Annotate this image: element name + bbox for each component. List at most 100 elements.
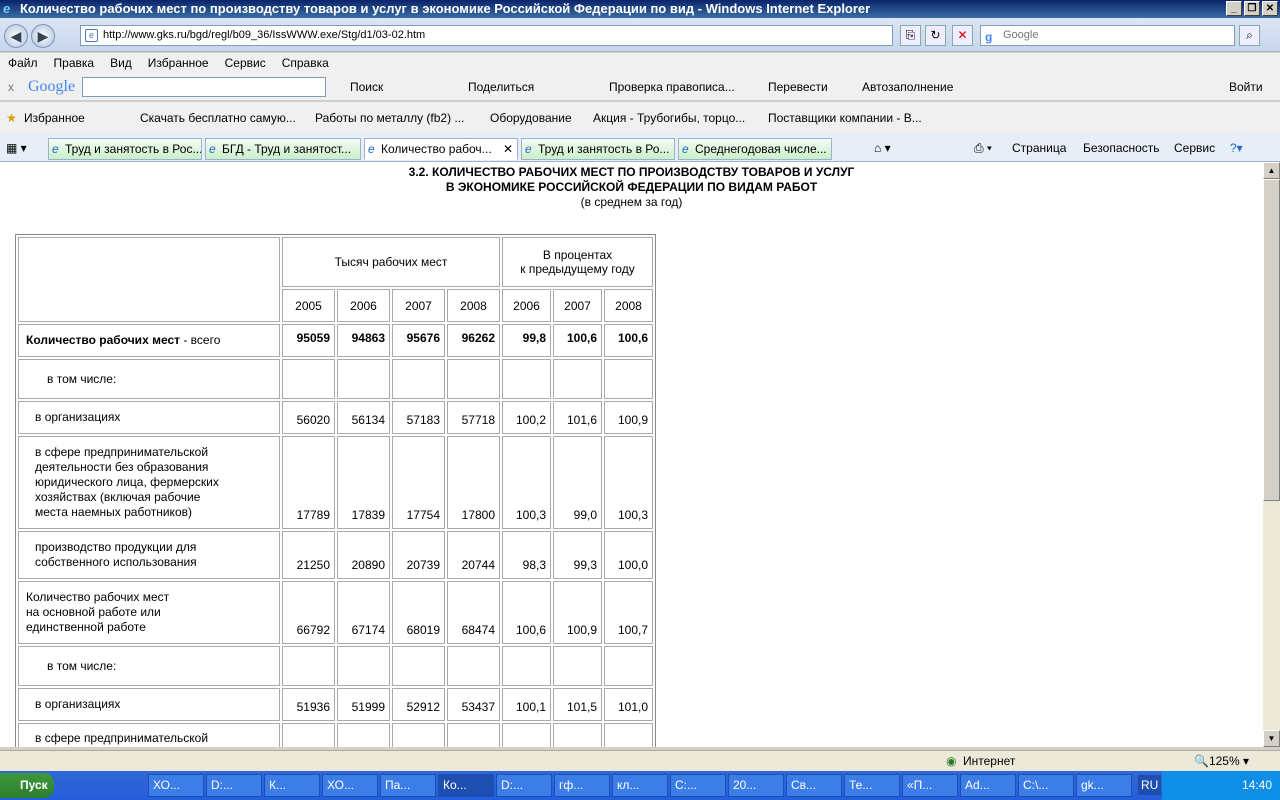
spellcheck-button[interactable]: Проверка правописа... [609, 73, 735, 101]
tab-1[interactable]: e Труд и занятость в Рос... [48, 138, 202, 160]
table-cell: 57718 [447, 401, 500, 434]
help-icon[interactable]: ?▾ [1230, 134, 1243, 162]
security-menu[interactable]: Безопасность [1083, 134, 1160, 162]
taskbar-item[interactable]: D:... [496, 774, 552, 797]
page-menu[interactable]: Страница [1012, 134, 1066, 162]
table-cell: 17754 [392, 436, 445, 529]
compat-view-button[interactable]: ⎘ [900, 25, 921, 46]
fav-link-2[interactable]: Работы по металлу (fb2) ... [315, 102, 464, 134]
menu-file[interactable]: Файл [8, 53, 38, 73]
table-cell: 20890 [337, 531, 390, 579]
language-indicator[interactable]: RU [1138, 775, 1162, 795]
taskbar-item[interactable]: 20... [728, 774, 784, 797]
table-cell: 21250 [282, 531, 335, 579]
table-cell [502, 359, 551, 399]
year-header: 2006 [337, 289, 390, 322]
close-toolbar-icon[interactable]: x [8, 73, 14, 101]
taskbar-item[interactable]: Те... [844, 774, 900, 797]
google-search-input[interactable] [82, 77, 326, 97]
table-cell [282, 359, 335, 399]
tab-active[interactable]: e Количество рабоч... ✕ [364, 138, 518, 160]
star-icon: ★ [6, 111, 17, 125]
login-button[interactable]: Войти [1229, 73, 1263, 101]
page-content: 3.2. КОЛИЧЕСТВО РАБОЧИХ МЕСТ ПО ПРОИЗВОД… [0, 162, 1263, 747]
fav-link-3[interactable]: Оборудование [490, 102, 572, 134]
tab-4[interactable]: e Труд и занятость в Ро... [521, 138, 675, 160]
vertical-scrollbar[interactable]: ▲ ▼ [1263, 162, 1280, 747]
autofill-button[interactable]: Автозаполнение [862, 73, 953, 101]
close-window-button[interactable]: ✕ [1262, 1, 1278, 16]
year-header: 2006 [502, 289, 551, 322]
quick-tabs-icon[interactable]: ▦ ▾ [6, 134, 27, 162]
fav-link-4[interactable]: Акция - Трубогибы, торцо... [593, 102, 745, 134]
share-button[interactable]: Поделиться [468, 73, 534, 101]
taskbar-item[interactable]: ХО... [322, 774, 378, 797]
taskbar-item[interactable]: C:\... [1018, 774, 1074, 797]
menu-help[interactable]: Справка [282, 53, 329, 73]
table-cell: 56134 [337, 401, 390, 434]
google-toolbar: x Google Поиск Поделиться Проверка право… [0, 73, 1280, 101]
search-icon[interactable]: ⌕ [1239, 25, 1260, 46]
tab-2[interactable]: e БГД - Труд и занятост... [205, 138, 361, 160]
google-search-button[interactable]: Поиск [350, 73, 383, 101]
table-row: производство продукции для собственного … [18, 531, 653, 579]
taskbar-item[interactable]: Па... [380, 774, 436, 797]
close-tab-icon[interactable]: ✕ [503, 139, 513, 159]
row-label: в том числе: [18, 646, 280, 686]
year-header: 2008 [604, 289, 653, 322]
scroll-down-icon[interactable]: ▼ [1263, 730, 1280, 747]
year-header: 2008 [447, 289, 500, 322]
taskbar-item[interactable]: Ad... [960, 774, 1016, 797]
menu-edit[interactable]: Правка [54, 53, 95, 73]
table-cell [337, 646, 390, 686]
scroll-thumb[interactable] [1263, 179, 1280, 501]
table-cell: 20744 [447, 531, 500, 579]
tab-bar: ▦ ▾ e Труд и занятость в Рос... e БГД - Тр… [0, 134, 1280, 162]
taskbar-item[interactable]: кл... [612, 774, 668, 797]
start-button[interactable]: Пуск [0, 773, 54, 798]
table-cell: 100,9 [553, 581, 602, 644]
taskbar-item[interactable]: gk... [1076, 774, 1132, 797]
scroll-up-icon[interactable]: ▲ [1263, 162, 1280, 179]
taskbar-item[interactable]: C:... [670, 774, 726, 797]
forward-button[interactable]: ▶ [31, 24, 55, 48]
translate-button[interactable]: Перевести [768, 73, 828, 101]
maximize-button[interactable]: ❐ [1244, 1, 1260, 16]
table-cell: 99,0 [553, 436, 602, 529]
minimize-button[interactable]: _ [1226, 1, 1242, 16]
zoom-label[interactable]: 🔍125% ▾ [1194, 751, 1249, 771]
row-label: в организациях [18, 401, 280, 434]
taskbar-item[interactable]: К... [264, 774, 320, 797]
favorites-button[interactable]: Избранное [24, 102, 85, 134]
table-cell: 20739 [392, 531, 445, 579]
table-cell: 100,6 [502, 581, 551, 644]
table-cell [553, 359, 602, 399]
stop-button[interactable]: ✕ [952, 25, 973, 46]
row-label: производство продукции для собственного … [18, 531, 280, 579]
search-input[interactable]: g Google [980, 25, 1235, 46]
table-cell: 100,3 [502, 436, 551, 529]
print-icon[interactable]: ⎙ ▾ [974, 134, 992, 162]
taskbar-item[interactable]: D:... [206, 774, 262, 797]
service-menu[interactable]: Сервис [1174, 134, 1215, 162]
tab-5[interactable]: e Среднегодовая числе... [678, 138, 832, 160]
menu-view[interactable]: Вид [110, 53, 132, 73]
back-button[interactable]: ◀ [4, 24, 28, 48]
row-label: в сфере предпринимательской деятельности… [18, 436, 280, 529]
fav-link-1[interactable]: Скачать бесплатно самую... [140, 102, 296, 134]
address-field[interactable]: e http://www.gks.ru/bgd/regl/b09_36/IssW… [80, 25, 893, 46]
menu-favorites[interactable]: Избранное [148, 53, 209, 73]
table-cell: 51936 [282, 688, 335, 721]
table-cell: 101,0 [604, 688, 653, 721]
menu-tools[interactable]: Сервис [225, 53, 266, 73]
taskbar-item[interactable]: гф... [554, 774, 610, 797]
taskbar-item[interactable]: «П... [902, 774, 958, 797]
table-cell [447, 723, 500, 747]
fav-link-5[interactable]: Поставщики компании - В... [768, 102, 922, 134]
table-cell [337, 359, 390, 399]
taskbar-item[interactable]: Ко... [438, 774, 494, 797]
home-icon[interactable]: ⌂ ▾ [874, 134, 891, 162]
refresh-button[interactable]: ↻ [925, 25, 946, 46]
taskbar-item[interactable]: Св... [786, 774, 842, 797]
taskbar-item[interactable]: ХО... [148, 774, 204, 797]
